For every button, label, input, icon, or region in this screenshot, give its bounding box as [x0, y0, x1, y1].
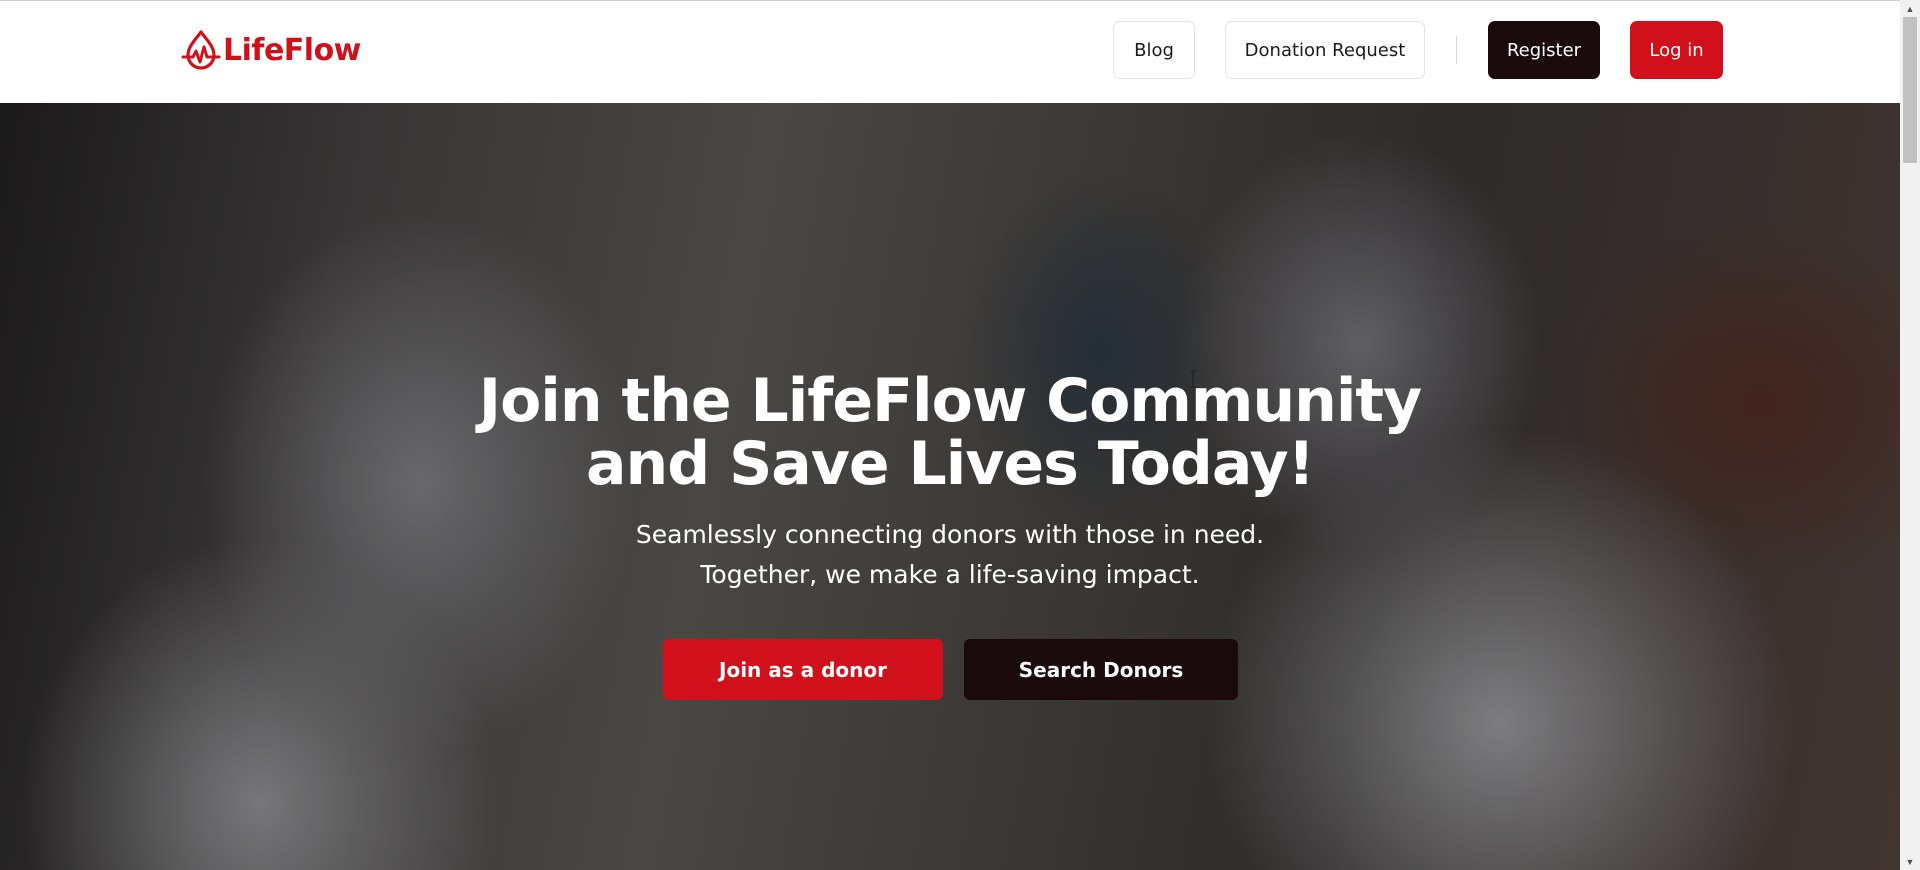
nav-blog-button[interactable]: Blog [1113, 21, 1195, 79]
text-cursor-icon [1190, 370, 1196, 388]
scrollbar-thumb[interactable] [1903, 17, 1917, 163]
nav-donation-request-button[interactable]: Donation Request [1225, 21, 1425, 79]
register-button[interactable]: Register [1488, 21, 1600, 79]
search-donors-button[interactable]: Search Donors [964, 639, 1238, 700]
brand-name: LifeFlow [223, 32, 361, 68]
login-button[interactable]: Log in [1630, 21, 1723, 79]
hero-headline-line1: Join the LifeFlow Community [478, 366, 1422, 436]
hero-headline-line2: and Save Lives Today! [586, 429, 1315, 499]
nav-divider [1456, 36, 1457, 64]
hero-subtitle-line2: Together, we make a life-saving impact. [700, 560, 1200, 589]
triangle-down-icon[interactable]: ▼ [1900, 853, 1920, 870]
triangle-up-icon[interactable]: ▲ [1900, 0, 1920, 17]
page-scrollbar[interactable]: ▲ ▼ [1900, 0, 1920, 870]
navbar: LifeFlow Blog Donation Request Register … [0, 0, 1900, 103]
hero-subtitle-line1: Seamlessly connecting donors with those … [635, 520, 1265, 549]
heartbeat-drop-icon [181, 30, 221, 70]
join-as-donor-button[interactable]: Join as a donor [663, 639, 943, 700]
hero-banner: Join the LifeFlow Community and Save Liv… [0, 103, 1900, 870]
brand-logo[interactable]: LifeFlow [181, 27, 361, 73]
